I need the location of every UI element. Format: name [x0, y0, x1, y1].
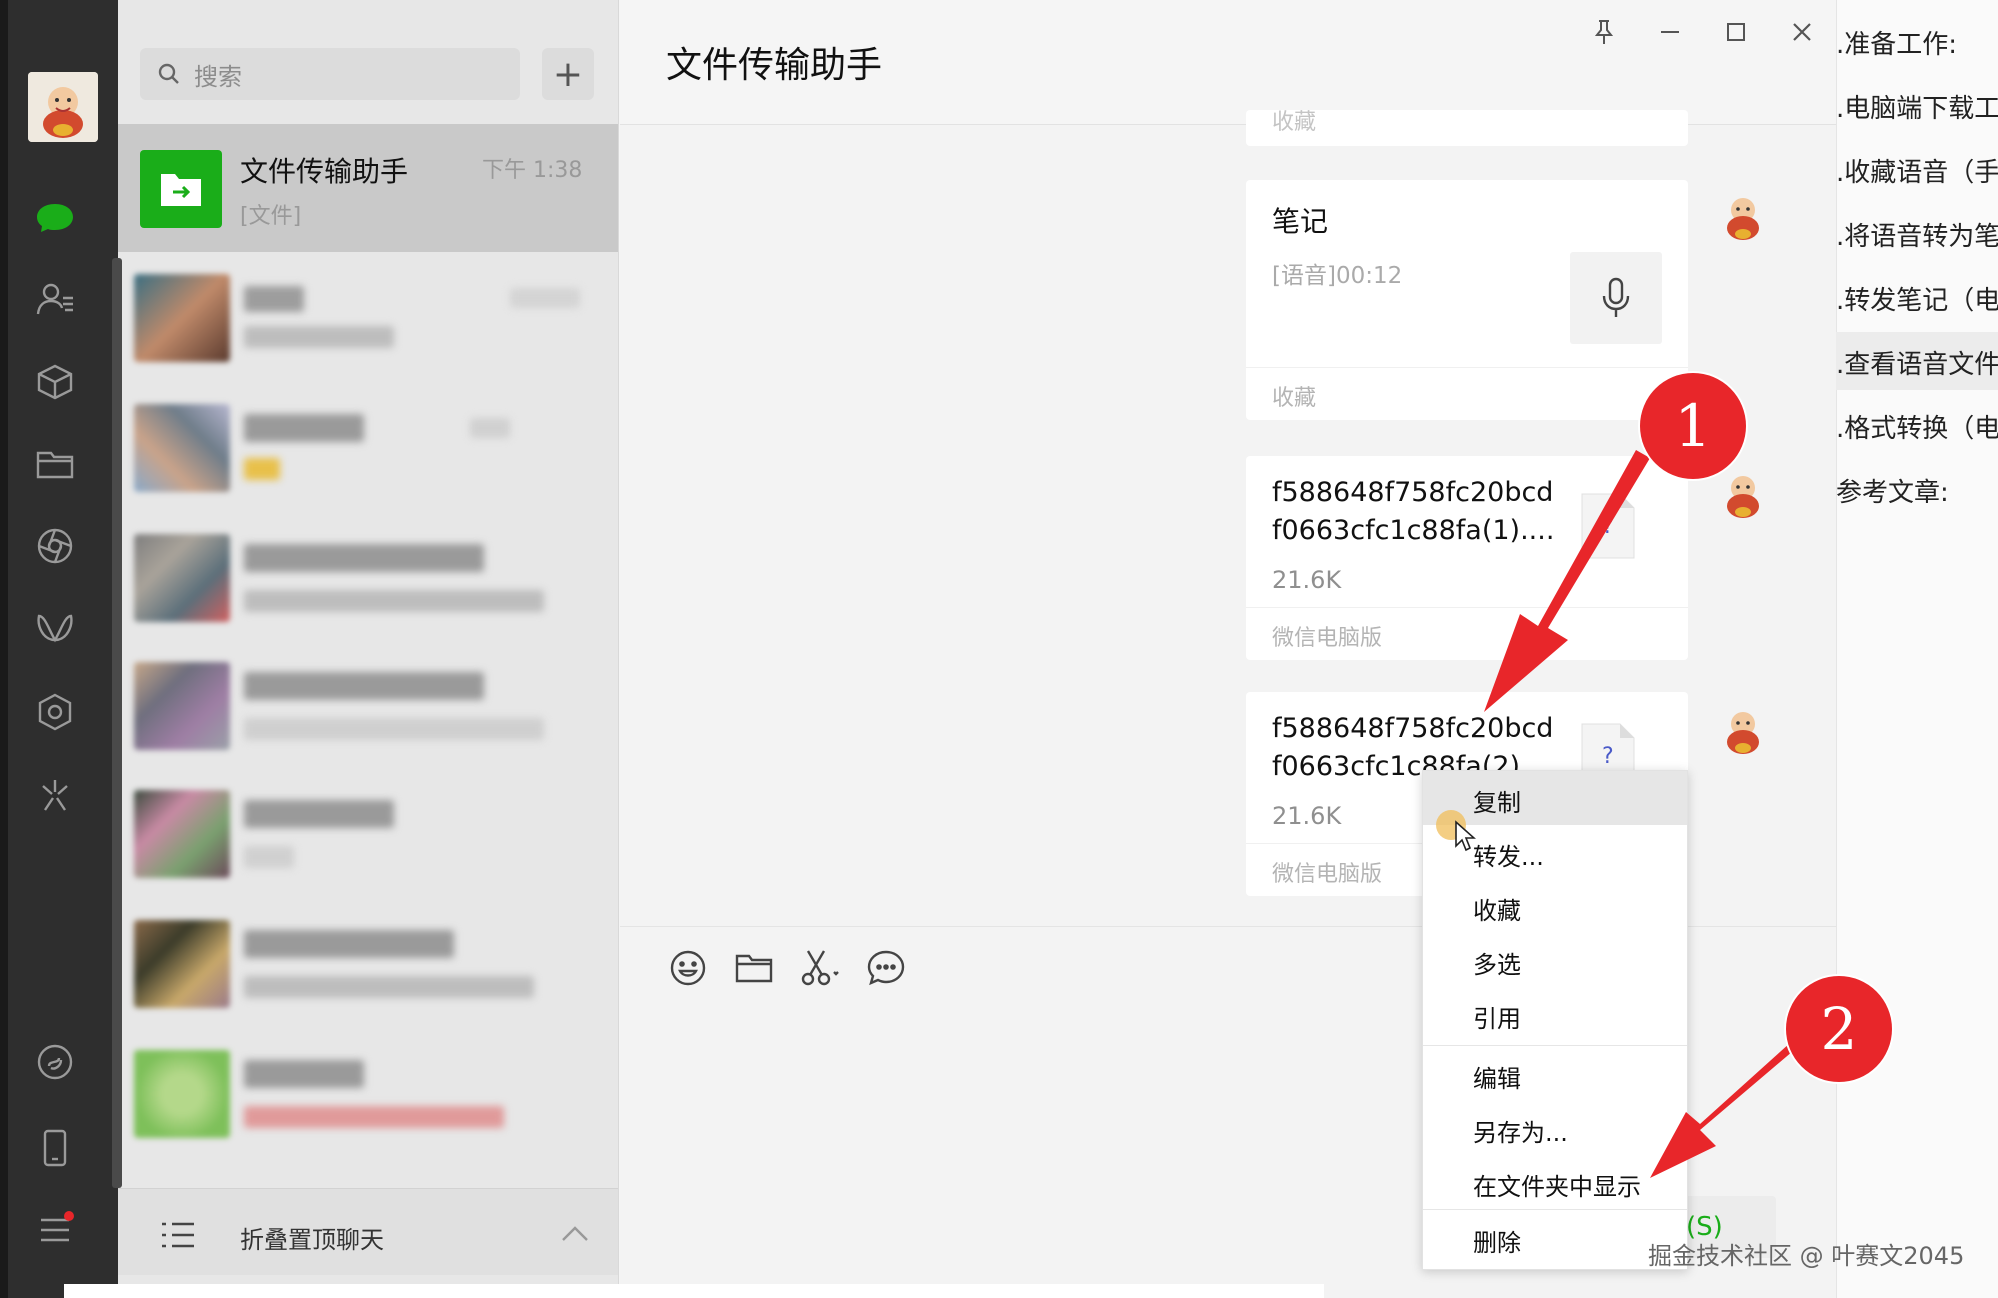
- scissors-icon[interactable]: [798, 946, 842, 990]
- user-avatar[interactable]: [28, 72, 98, 142]
- outline-item[interactable]: .转发笔记（电: [1836, 268, 1998, 326]
- emoji-icon[interactable]: [666, 946, 710, 990]
- outline-item[interactable]: .收藏语音（手: [1836, 140, 1998, 198]
- close-button[interactable]: [1782, 12, 1822, 52]
- list-item[interactable]: [130, 914, 600, 1014]
- chat-icon[interactable]: [0, 190, 110, 246]
- maximize-button[interactable]: [1716, 12, 1756, 52]
- file-name-line1: f588648f758fc20bcd: [1272, 713, 1554, 744]
- list-item[interactable]: [130, 398, 600, 498]
- mouse-cursor-icon: [1455, 820, 1476, 852]
- chat-item-name: 文件传输助手: [240, 155, 409, 188]
- phone-icon[interactable]: [0, 1120, 110, 1176]
- chat-list-scrollbar[interactable]: [112, 258, 122, 1188]
- outline-item[interactable]: .电脑端下载工: [1836, 76, 1998, 134]
- box-icon[interactable]: [0, 354, 110, 410]
- microphone-icon: [1570, 252, 1662, 344]
- fold-pinned-label: 折叠置顶聊天: [240, 1226, 384, 1254]
- chat-title: 文件传输助手: [666, 45, 883, 86]
- file-size: 21.6K: [1272, 566, 1342, 594]
- bubble-footer: 微信电脑版: [1246, 607, 1688, 660]
- file-name-line1: f588648f758fc20bcd: [1272, 477, 1554, 508]
- list-item[interactable]: [130, 784, 600, 884]
- mini-program-icon[interactable]: [0, 684, 110, 740]
- channels-icon[interactable]: [0, 600, 110, 656]
- menu-item-multiselect[interactable]: 多选: [1423, 933, 1687, 987]
- annotation-badge-2: 2: [1786, 976, 1892, 1082]
- menu-item-quote[interactable]: 引用: [1423, 987, 1687, 1041]
- add-button[interactable]: +: [542, 48, 594, 100]
- list-item[interactable]: [130, 528, 600, 628]
- menu-item-show-in-folder[interactable]: 在文件夹中显示: [1423, 1155, 1687, 1209]
- note-title: 笔记: [1272, 205, 1329, 238]
- outline-item[interactable]: .将语音转为笔: [1836, 204, 1998, 262]
- folder-icon[interactable]: [732, 946, 776, 990]
- outline-item[interactable]: 参考文章:: [1836, 460, 1998, 518]
- list-item[interactable]: [130, 656, 600, 756]
- menu-divider: [1423, 1209, 1687, 1210]
- folder-icon[interactable]: [0, 436, 110, 492]
- menu-divider: [1423, 1045, 1687, 1046]
- annotation-badge-1: 1: [1640, 373, 1746, 479]
- outline-item[interactable]: .准备工作:: [1836, 12, 1998, 70]
- search-icon: [158, 63, 179, 84]
- outline-item-active[interactable]: .查看语音文件: [1836, 332, 1998, 390]
- menu-item-save-as[interactable]: 另存为...: [1423, 1101, 1687, 1155]
- menu-item-favorite[interactable]: 收藏: [1423, 879, 1687, 933]
- search-web-icon[interactable]: [0, 768, 110, 824]
- note-voice-label: [语音]00:12: [1272, 263, 1403, 289]
- chat-history-icon[interactable]: [864, 946, 908, 990]
- contacts-icon[interactable]: [0, 272, 110, 328]
- outline-item[interactable]: .格式转换（电: [1836, 396, 1998, 454]
- file-size: 21.6K: [1272, 802, 1342, 830]
- file-transfer-icon: [140, 150, 222, 228]
- message-file-1[interactable]: f588648f758fc20bcd f0663cfc1c88fa(1)....…: [1246, 456, 1688, 660]
- list-icon: [162, 1222, 194, 1248]
- mini-program-panel-icon[interactable]: [0, 1034, 110, 1090]
- minimize-button[interactable]: [1650, 12, 1690, 52]
- watermark: 掘金技术社区 @ 叶赛文2045: [1648, 1242, 1965, 1270]
- menu-icon[interactable]: [0, 1202, 110, 1258]
- message-favorite-partial[interactable]: 收藏: [1246, 110, 1688, 146]
- message-note[interactable]: 笔记 [语音]00:12 收藏: [1246, 180, 1688, 420]
- bubble-footer: 收藏: [1246, 367, 1688, 420]
- chevron-up-icon[interactable]: [560, 1222, 590, 1246]
- chat-item-preview: [文件]: [240, 204, 302, 229]
- moments-icon[interactable]: [0, 518, 110, 574]
- list-item[interactable]: [130, 268, 600, 368]
- pin-icon[interactable]: [1584, 12, 1624, 52]
- message-avatar[interactable]: [1716, 702, 1770, 756]
- list-item[interactable]: [130, 1044, 600, 1144]
- search-placeholder: 搜索: [194, 62, 242, 91]
- chat-item-time: 下午 1:38: [482, 158, 583, 183]
- message-avatar[interactable]: [1716, 188, 1770, 242]
- bubble-footer: 收藏: [1272, 110, 1317, 135]
- file-icon: ?: [1580, 492, 1636, 560]
- file-name-line2: f0663cfc1c88fa(1)....: [1272, 515, 1555, 546]
- search-input[interactable]: 搜索: [140, 48, 520, 100]
- menu-item-edit[interactable]: 编辑: [1423, 1047, 1687, 1101]
- bottom-strip: [64, 1284, 1324, 1298]
- message-avatar[interactable]: [1716, 466, 1770, 520]
